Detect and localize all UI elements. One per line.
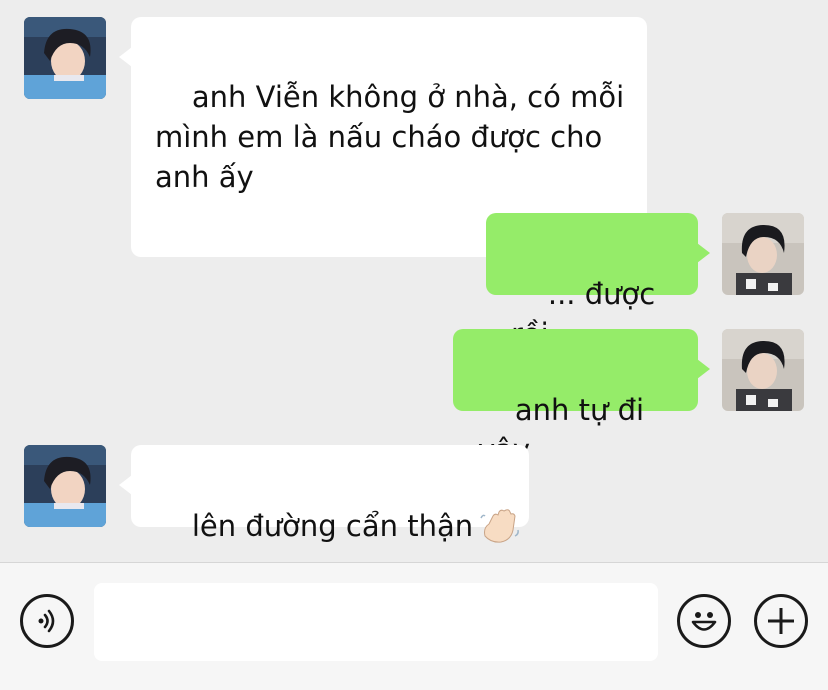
message-bubble-outgoing[interactable]: anh tự đi vậy xyxy=(453,329,710,467)
voice-button[interactable] xyxy=(20,594,74,648)
contact-avatar[interactable] xyxy=(24,445,106,527)
contact-avatar[interactable] xyxy=(24,17,106,99)
message-text: anh Viễn không ở nhà, có mỗi mình em là … xyxy=(155,80,625,194)
waving-hand-icon xyxy=(479,506,521,546)
plus-icon xyxy=(768,608,794,634)
input-bar xyxy=(0,562,828,690)
message-text: lên đường cẩn thận xyxy=(191,509,474,543)
chat-area: anh Viễn không ở nhà, có mỗi mình em là … xyxy=(0,0,828,562)
user-avatar[interactable] xyxy=(722,329,804,411)
more-button[interactable] xyxy=(754,594,808,648)
voice-icon xyxy=(38,609,55,633)
emoji-button[interactable] xyxy=(677,594,731,648)
emoji-smile-icon xyxy=(691,612,717,631)
message-input[interactable] xyxy=(94,583,658,661)
user-avatar[interactable] xyxy=(722,213,804,295)
message-bubble-outgoing[interactable]: ... được rồi xyxy=(486,213,710,351)
message-bubble-incoming[interactable]: lên đường cẩn thận xyxy=(119,445,529,543)
